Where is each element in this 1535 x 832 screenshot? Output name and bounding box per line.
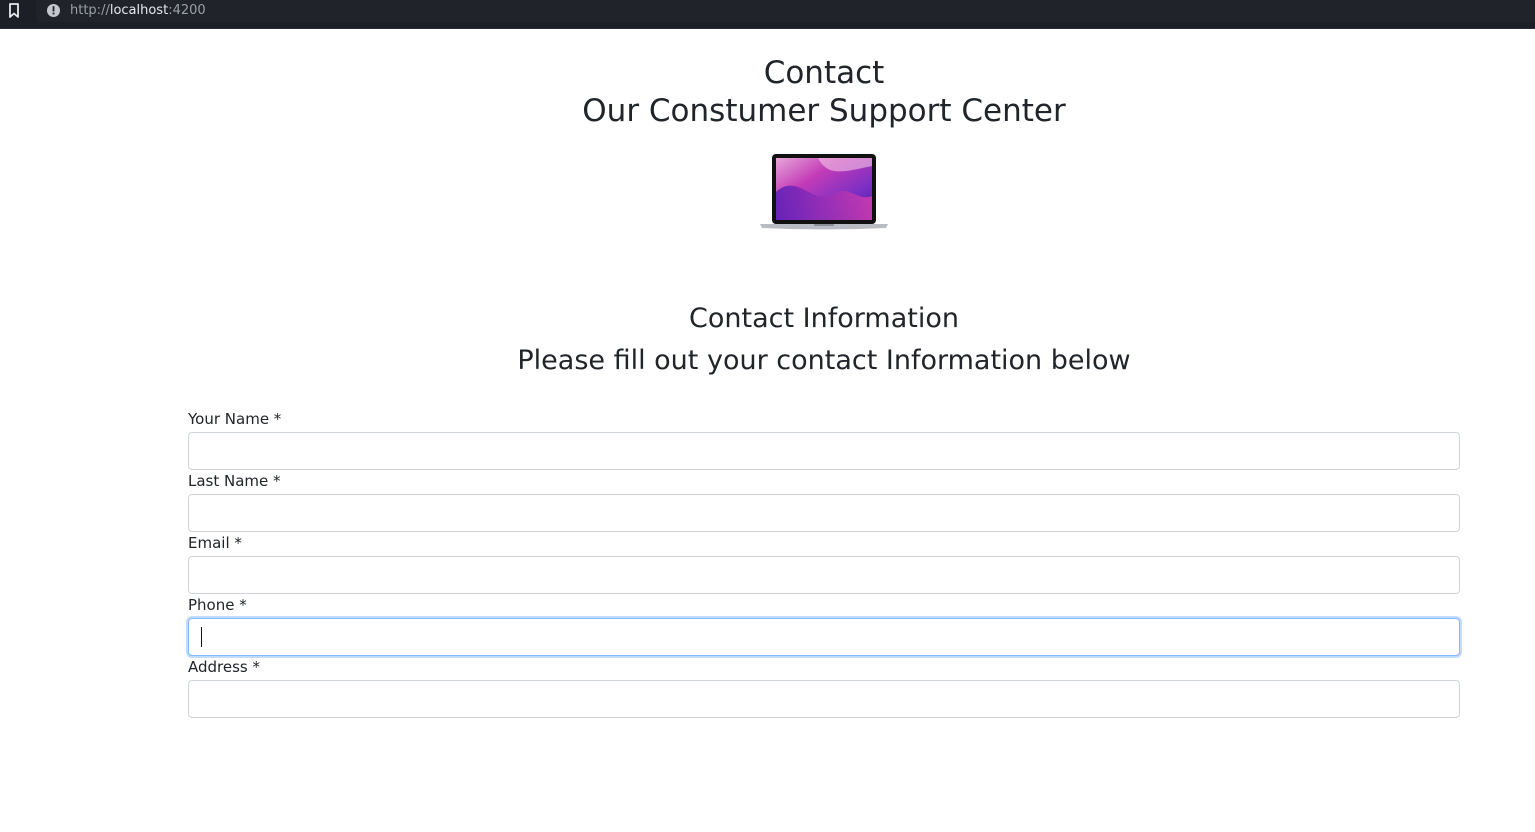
site-info-icon[interactable] <box>46 3 61 18</box>
url-port: :4200 <box>168 3 206 18</box>
email-label: Email * <box>188 534 242 552</box>
url-scheme: http:// <box>70 3 110 18</box>
text-cursor <box>201 627 202 647</box>
form-group-email: Email * <box>188 534 1460 594</box>
form-group-first-name: Your Name * <box>188 410 1460 470</box>
bookmark-icon[interactable] <box>8 3 20 18</box>
form-group-address: Address * <box>188 658 1460 718</box>
first-name-input[interactable] <box>188 432 1460 470</box>
email-input[interactable] <box>188 556 1460 594</box>
url-host: localhost <box>109 3 169 18</box>
url-text[interactable]: http://localhost:4200 <box>70 2 206 19</box>
last-name-label: Last Name * <box>188 472 281 490</box>
form-group-phone: Phone * <box>188 596 1460 656</box>
phone-label: Phone * <box>188 596 247 614</box>
last-name-input[interactable] <box>188 494 1460 532</box>
page-title: Contact <box>763 55 885 91</box>
browser-address-bar: http://localhost:4200 <box>0 0 1535 29</box>
url-box[interactable] <box>36 0 1535 22</box>
page-subtitle: Our Constumer Support Center <box>582 93 1066 129</box>
address-input[interactable] <box>188 680 1460 718</box>
section-subtitle: Please fill out your contact Information… <box>517 345 1131 376</box>
section-title: Contact Information <box>689 303 959 334</box>
first-name-label: Your Name * <box>188 410 282 428</box>
laptop-image <box>760 154 888 230</box>
form-group-last-name: Last Name * <box>188 472 1460 532</box>
phone-input[interactable] <box>188 618 1460 656</box>
address-label: Address * <box>188 658 261 676</box>
